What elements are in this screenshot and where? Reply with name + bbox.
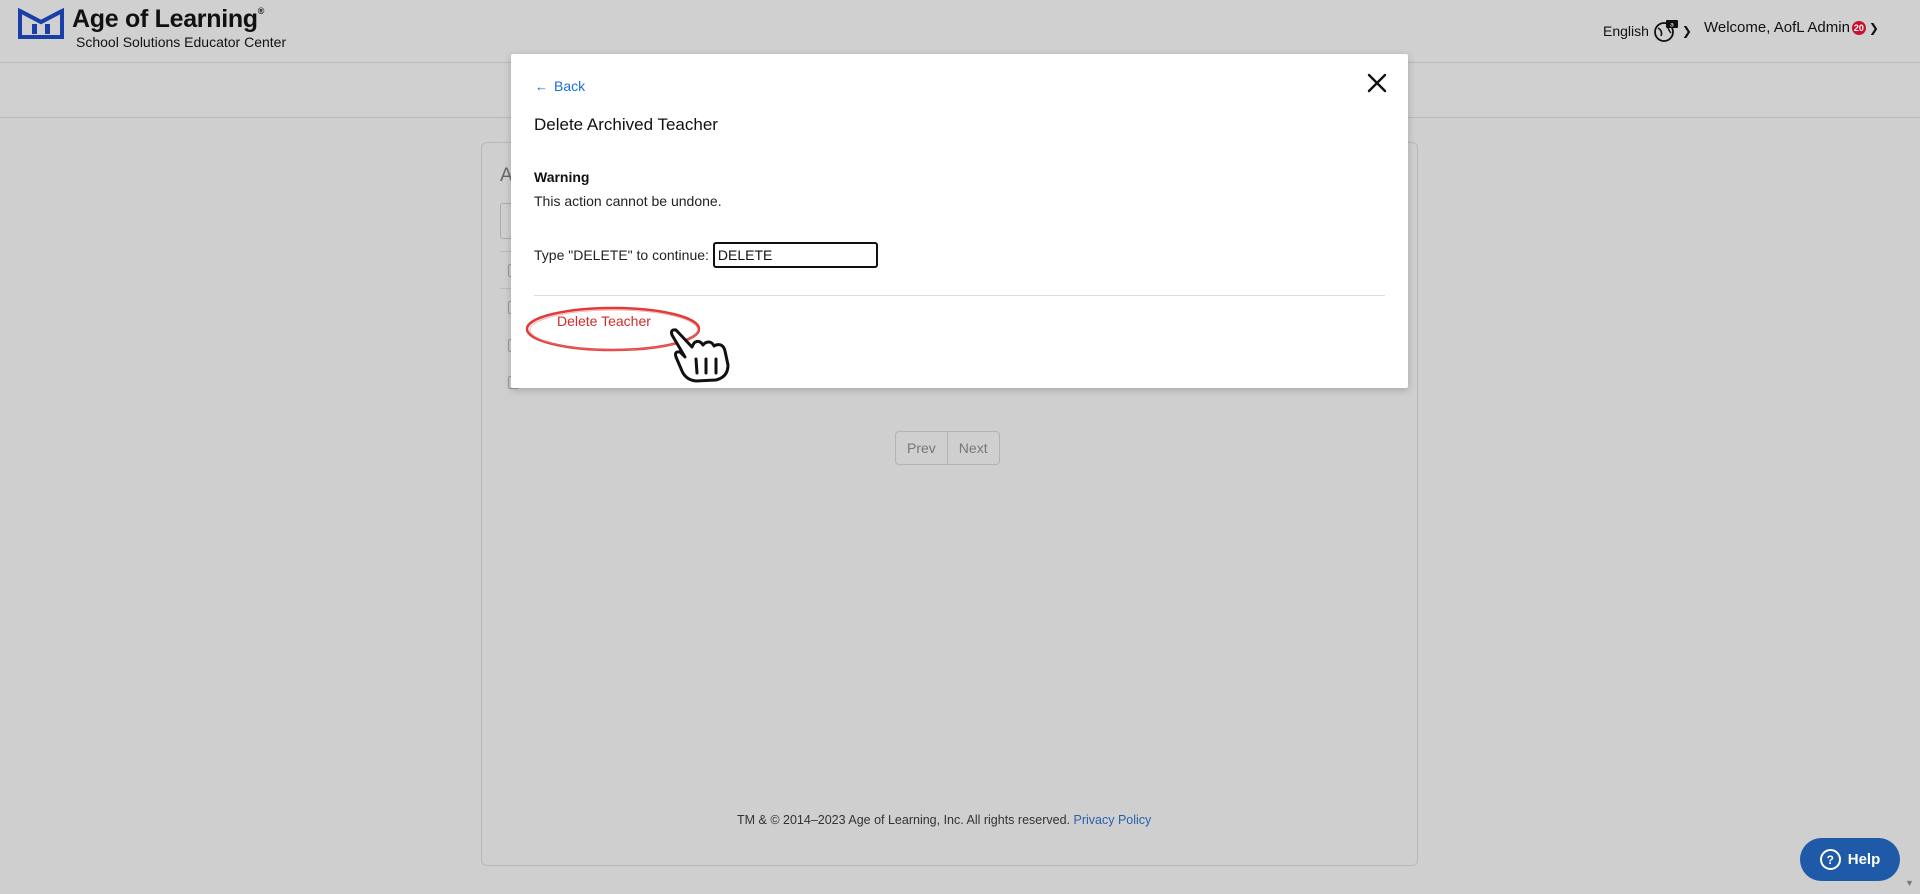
next-button[interactable]: Next bbox=[947, 431, 1000, 465]
pagination: Prev Next bbox=[895, 431, 1000, 465]
footer: TM & © 2014–2023 Age of Learning, Inc. A… bbox=[737, 813, 1151, 827]
hand-cursor-icon bbox=[670, 328, 730, 383]
help-label: Help bbox=[1847, 851, 1881, 868]
back-link[interactable]: ← Back bbox=[535, 78, 585, 94]
logo[interactable]: Age of Learning® School Solutions Educat… bbox=[18, 7, 286, 49]
warning-text: This action cannot be undone. bbox=[534, 193, 722, 209]
scroll-down-icon[interactable]: ▼ bbox=[1905, 878, 1914, 888]
modal-title: Delete Archived Teacher bbox=[534, 115, 718, 134]
help-button[interactable]: ? Help bbox=[1800, 838, 1900, 881]
close-icon[interactable] bbox=[1366, 72, 1388, 94]
search-input[interactable] bbox=[500, 203, 511, 239]
prev-button[interactable]: Prev bbox=[895, 431, 948, 465]
confirm-delete-input[interactable] bbox=[712, 242, 878, 268]
confirm-row: Type "DELETE" to continue: bbox=[534, 242, 878, 268]
globe-icon: a bbox=[1654, 20, 1678, 42]
notification-badge: 20 bbox=[1851, 20, 1866, 35]
brand-name: Age of Learning® bbox=[72, 5, 265, 33]
question-icon: ? bbox=[1819, 849, 1841, 870]
chevron-down-icon: ❯ bbox=[1681, 24, 1692, 38]
warning-heading: Warning bbox=[534, 169, 590, 185]
confirm-label: Type "DELETE" to continue: bbox=[534, 247, 709, 263]
delete-teacher-button[interactable]: Delete Teacher bbox=[541, 309, 667, 333]
back-label: Back bbox=[554, 78, 586, 94]
logo-icon bbox=[18, 7, 64, 39]
svg-text:a: a bbox=[1670, 22, 1674, 29]
chevron-down-icon: ❯ bbox=[1868, 20, 1879, 35]
language-label: English bbox=[1603, 23, 1649, 39]
delete-teacher-modal: ← Back Delete Archived Teacher Warning T… bbox=[511, 54, 1408, 388]
divider bbox=[534, 295, 1385, 296]
language-selector[interactable]: English a ❯ bbox=[1603, 19, 1692, 43]
brand-subtitle: School Solutions Educator Center bbox=[76, 34, 287, 50]
copyright-text: TM & © 2014–2023 Age of Learning, Inc. A… bbox=[737, 813, 1071, 827]
privacy-policy-link[interactable]: Privacy Policy bbox=[1074, 813, 1152, 827]
back-arrow-icon: ← bbox=[535, 78, 548, 94]
user-menu[interactable]: Welcome, AofL Admin 20 ❯ bbox=[1704, 19, 1879, 36]
welcome-text: Welcome, AofL Admin bbox=[1704, 19, 1850, 36]
